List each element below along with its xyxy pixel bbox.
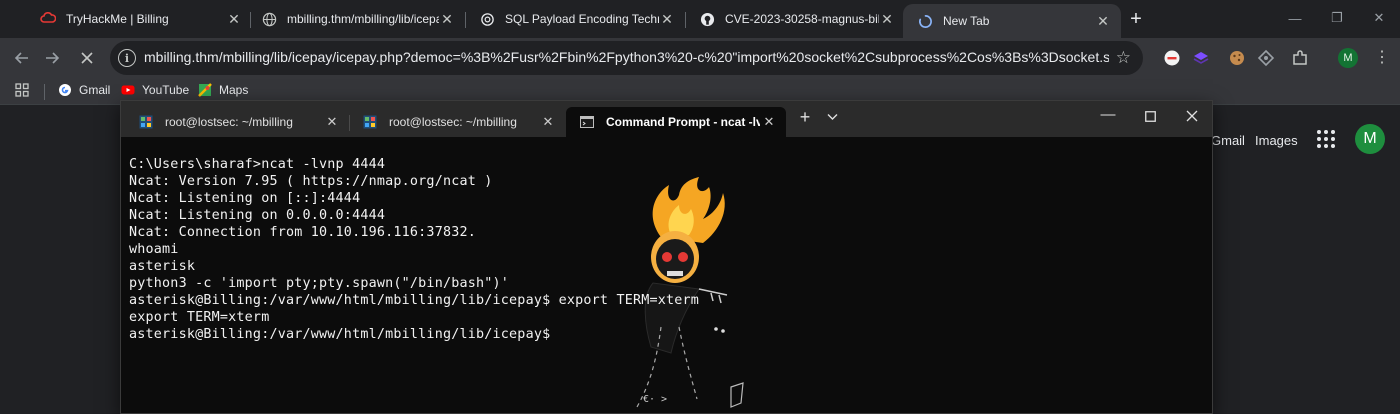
close-window-icon[interactable]: ✕: [1367, 6, 1391, 30]
console-prompt-line[interactable]: asterisk@Billing:/var/www/html/mbilling/…: [129, 327, 550, 342]
new-terminal-tab-plus-icon[interactable]: +: [794, 107, 816, 128]
tab-title: TryHackMe | Billing: [66, 12, 169, 26]
console-line: export TERM=xterm: [129, 310, 270, 325]
console-line: Ncat: Connection from 10.10.196.116:3783…: [129, 225, 476, 240]
browser-tab-sql-payload[interactable]: SQL Payload Encoding Technique ✕: [465, 7, 685, 31]
close-terminal-tab-icon[interactable]: ✕: [323, 114, 341, 130]
browser-tab-github-cve[interactable]: CVE-2023-30258-magnus-billing ✕: [685, 7, 905, 31]
console-line: whoami: [129, 242, 179, 257]
console-line: Ncat: Listening on [::]:4444: [129, 191, 361, 206]
bookmark-maps[interactable]: Maps: [198, 83, 248, 97]
terminal-tab-root-1[interactable]: root@lostsec: ~/mbilling ✕: [125, 107, 349, 137]
console-line: C:\Users\sharaf>ncat -lvnp 4444: [129, 157, 386, 172]
adblock-extension-icon[interactable]: [1162, 48, 1182, 68]
bookmark-divider: [44, 84, 45, 100]
cmd-icon: [580, 116, 594, 128]
google-apps-icon[interactable]: [1317, 130, 1335, 148]
linux-terminal-icon: [139, 115, 153, 129]
terminal-tab-title: root@lostsec: ~/mbilling: [165, 115, 293, 129]
close-tab-icon[interactable]: ✕: [226, 11, 242, 27]
terminal-console[interactable]: €· > C:\Users\sharaf>ncat -lvnp 4444 Nca…: [121, 137, 1212, 413]
new-tab-plus-icon[interactable]: +: [1125, 8, 1147, 30]
terminal-tab-bar: root@lostsec: ~/mbilling ✕ root@lostsec:…: [121, 101, 1212, 137]
tab-title: New Tab: [943, 14, 990, 28]
browser-tab-tryhackme[interactable]: TryHackMe | Billing ✕: [26, 7, 252, 31]
restore-window-icon[interactable]: ❐: [1325, 6, 1349, 30]
close-tab-icon[interactable]: ✕: [439, 11, 455, 27]
google-account-avatar[interactable]: M: [1355, 124, 1385, 154]
url-text[interactable]: mbilling.thm/mbilling/lib/icepay/icepay.…: [144, 49, 1109, 65]
terminal-tab-root-2[interactable]: root@lostsec: ~/mbilling ✕: [349, 107, 565, 137]
loading-icon: [917, 13, 933, 29]
bookmark-label: YouTube: [142, 83, 190, 97]
linux-terminal-icon: [363, 115, 377, 129]
browser-tab-new-tab[interactable]: New Tab ✕: [903, 4, 1121, 38]
tryhackme-icon: [40, 11, 56, 27]
cookie-extension-icon[interactable]: [1227, 48, 1247, 68]
terminal-close-icon[interactable]: [1181, 109, 1203, 126]
console-line: python3 -c 'import pty;pty.spawn("/bin/b…: [129, 276, 510, 291]
maps-icon: [198, 83, 212, 97]
images-link[interactable]: Images: [1255, 133, 1298, 148]
tab-title: SQL Payload Encoding Technique: [505, 12, 659, 26]
gmail-link[interactable]: Gmail: [1211, 133, 1245, 148]
purple-stack-extension-icon[interactable]: [1191, 48, 1211, 68]
crosshair-extension-icon[interactable]: [1256, 48, 1276, 68]
console-line: asterisk: [129, 259, 196, 274]
browser-menu-icon[interactable]: ⋮: [1374, 47, 1390, 67]
openai-icon: [479, 11, 495, 27]
google-icon: [58, 83, 72, 97]
puzzle-extensions-icon[interactable]: [1290, 48, 1310, 68]
bookmark-label: Gmail: [79, 83, 111, 97]
console-line: Ncat: Version 7.95 ( https://nmap.org/nc…: [129, 174, 493, 189]
terminal-maximize-icon[interactable]: [1139, 109, 1161, 126]
browser-toolbar: i mbilling.thm/mbilling/lib/icepay/icepa…: [0, 38, 1400, 78]
site-info-icon[interactable]: i: [118, 49, 136, 67]
github-icon: [699, 11, 715, 27]
console-line: asterisk@Billing:/var/www/html/mbilling/…: [129, 293, 700, 308]
profile-avatar[interactable]: M: [1338, 48, 1358, 68]
browser-tab-strip: TryHackMe | Billing ✕ mbilling.thm/mbill…: [0, 0, 1400, 38]
terminal-window: root@lostsec: ~/mbilling ✕ root@lostsec:…: [120, 100, 1213, 414]
address-bar[interactable]: i mbilling.thm/mbilling/lib/icepay/icepa…: [110, 41, 1143, 75]
terminal-dropdown-chevron-icon[interactable]: [821, 112, 843, 124]
terminal-tab-command-prompt[interactable]: Command Prompt - ncat -lvn ✕: [566, 107, 786, 137]
tab-title: mbilling.thm/mbilling/lib/icepay: [287, 12, 439, 26]
console-line: Ncat: Listening on 0.0.0.0:4444: [129, 208, 386, 223]
bookmark-label: Maps: [219, 83, 249, 97]
stop-loading-icon[interactable]: [76, 47, 98, 69]
youtube-icon: [121, 83, 135, 97]
back-arrow-icon[interactable]: [11, 47, 33, 69]
bookmark-gmail[interactable]: Gmail: [58, 83, 110, 97]
svg-text:€· >: €· >: [643, 394, 667, 405]
close-tab-icon[interactable]: ✕: [659, 11, 675, 27]
browser-tab-icepay[interactable]: mbilling.thm/mbilling/lib/icepay ✕: [247, 7, 465, 31]
bookmark-star-icon[interactable]: ☆: [1116, 48, 1131, 68]
globe-icon: [261, 11, 277, 27]
terminal-tab-title: root@lostsec: ~/mbilling: [389, 115, 517, 129]
close-tab-icon[interactable]: ✕: [879, 11, 895, 27]
apps-grid-icon[interactable]: [15, 83, 29, 97]
close-tab-icon[interactable]: ✕: [1095, 13, 1111, 29]
terminal-minimize-icon[interactable]: —: [1097, 106, 1119, 123]
terminal-tab-title: Command Prompt - ncat -lvn: [606, 115, 760, 129]
minimize-window-icon[interactable]: —: [1283, 6, 1307, 30]
close-terminal-tab-icon[interactable]: ✕: [539, 114, 557, 130]
close-terminal-tab-icon[interactable]: ✕: [760, 114, 778, 130]
tab-title: CVE-2023-30258-magnus-billing: [725, 12, 879, 26]
forward-arrow-icon[interactable]: [41, 47, 63, 69]
bookmark-youtube[interactable]: YouTube: [121, 83, 189, 97]
